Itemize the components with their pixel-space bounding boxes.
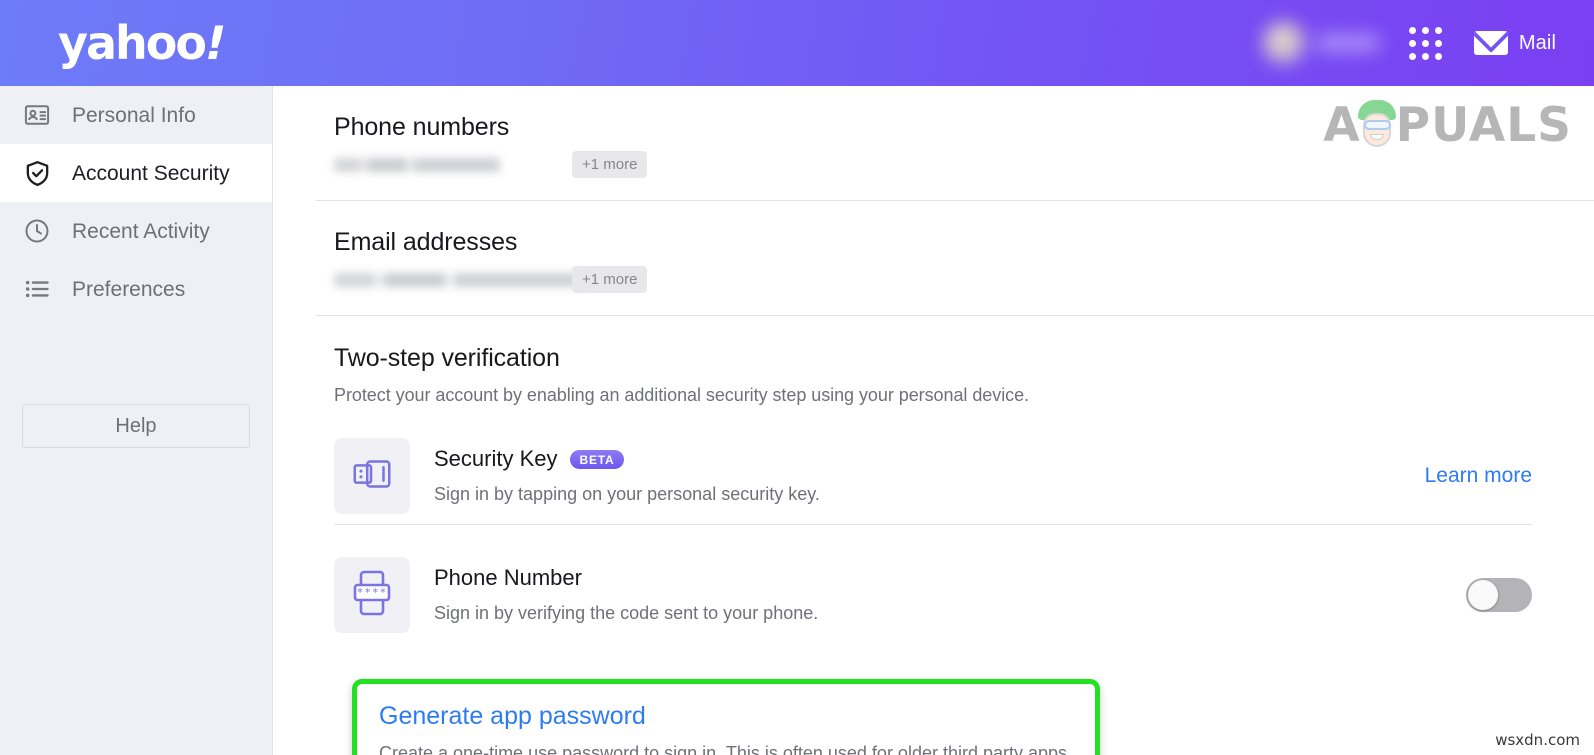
two-step-subtitle: Protect your account by enabling an addi…	[334, 385, 1030, 405]
phone-numbers-title: Phone numbers	[334, 113, 510, 141]
sidebar-item-recent-activity[interactable]: Recent Activity	[0, 202, 272, 260]
apps-grid-dot	[1408, 39, 1416, 47]
apps-grid-dot	[1408, 52, 1416, 60]
yahoo-logo-text: yahoo	[58, 16, 207, 70]
apps-grid-dot	[1434, 26, 1442, 34]
app-password-highlight-box: Generate app password Create a one-time …	[352, 679, 1100, 755]
phone-number-title-row: Phone Number	[434, 566, 1466, 590]
apps-grid-dot	[1434, 52, 1442, 60]
sidebar-item-label: Account Security	[72, 161, 230, 185]
shield-check-icon	[22, 158, 52, 188]
email-addresses-row: +1 more	[334, 266, 1594, 293]
yahoo-account-security-page: yahoo! redacted Mail	[0, 0, 1594, 755]
apps-grid-dot	[1434, 39, 1442, 47]
yahoo-logo: yahoo!	[58, 16, 230, 70]
apps-grid-dot	[1421, 26, 1429, 34]
help-button-wrap: Help	[0, 404, 272, 448]
sidebar-nav: Personal Info Account Security Recent Ac…	[0, 86, 273, 755]
sidebar-item-account-security[interactable]: Account Security	[0, 144, 272, 202]
envelope-icon	[1473, 31, 1508, 55]
mail-label: Mail	[1518, 31, 1556, 54]
email-addresses-title: Email addresses	[334, 228, 518, 256]
security-key-icon-box	[334, 438, 410, 514]
divider	[334, 524, 1532, 525]
phone-numbers-section: Phone numbers +1 more	[274, 86, 1594, 200]
security-key-name: Security Key	[434, 446, 558, 472]
security-key-text: Security Key BETA Sign in by tapping on …	[434, 447, 1425, 504]
toggle-knob	[1468, 580, 1498, 610]
security-key-icon	[349, 451, 395, 502]
sidebar-item-personal-info[interactable]: Personal Info	[0, 86, 272, 144]
top-header-bar: yahoo! redacted Mail	[0, 0, 1594, 86]
two-step-title: Two-step verification	[334, 344, 560, 372]
two-step-verification-section: Two-step verification Protect your accou…	[274, 316, 1594, 755]
account-chip[interactable]: redacted	[1262, 22, 1379, 64]
email-more-chip-slot: +1 more	[572, 266, 648, 293]
security-key-title-row: Security Key BETA	[434, 447, 1425, 471]
apps-grid-dot	[1421, 52, 1429, 60]
clock-icon	[22, 216, 52, 246]
generate-app-password-link[interactable]: Generate app password	[379, 702, 646, 731]
security-key-description: Sign in by tapping on your personal secu…	[434, 483, 820, 504]
phone-number-method-text: Phone Number Sign in by verifying the co…	[434, 566, 1466, 623]
learn-more-link[interactable]: Learn more	[1425, 464, 1532, 488]
security-key-action: Learn more	[1425, 464, 1532, 488]
phone-code-icon: ****	[351, 569, 393, 622]
phone-number-method-name: Phone Number	[434, 565, 582, 591]
apps-grid-icon[interactable]	[1405, 23, 1446, 64]
yahoo-brand[interactable]: yahoo!	[58, 0, 230, 86]
beta-badge: BETA	[569, 450, 625, 469]
account-name-redacted: redacted	[1316, 35, 1379, 51]
svg-text:****: ****	[357, 586, 388, 599]
phone-more-chip-slot: +1 more	[572, 151, 648, 178]
sidebar-item-preferences[interactable]: Preferences	[0, 260, 272, 318]
help-button[interactable]: Help	[22, 404, 250, 448]
sidebar-item-label: Preferences	[72, 277, 186, 301]
app-password-description: Create a one-time use password to sign i…	[379, 743, 1073, 755]
phone-number-value-redacted	[334, 158, 500, 172]
phone-number-toggle[interactable]	[1466, 578, 1532, 612]
email-address-value-redacted	[334, 273, 586, 287]
email-more-chip[interactable]: +1 more	[572, 266, 648, 293]
email-addresses-section: Email addresses +1 more	[274, 201, 1594, 315]
apps-grid-dot	[1421, 39, 1429, 47]
sidebar-item-label: Recent Activity	[72, 219, 210, 243]
phone-more-chip[interactable]: +1 more	[572, 151, 648, 178]
contact-card-icon	[22, 100, 52, 130]
phone-number-icon-box: ****	[334, 557, 410, 633]
mail-link[interactable]: Mail	[1472, 27, 1558, 59]
phone-numbers-row: +1 more	[334, 151, 1594, 178]
avatar	[1262, 22, 1305, 64]
phone-number-method-row[interactable]: **** Phone Number Sign in by verifying t…	[334, 547, 1594, 643]
header-right-cluster: redacted Mail	[1262, 0, 1558, 86]
apps-grid-dot	[1408, 26, 1416, 34]
list-icon	[22, 274, 52, 304]
app-password-highlight-wrap: Generate app password Create a one-time …	[352, 679, 1100, 755]
phone-number-action	[1466, 578, 1532, 612]
phone-number-method-description: Sign in by verifying the code sent to yo…	[434, 602, 819, 623]
sidebar-item-label: Personal Info	[72, 103, 196, 127]
security-key-row[interactable]: Security Key BETA Sign in by tapping on …	[334, 428, 1594, 524]
main-content: Phone numbers +1 more Email addresses +1…	[274, 86, 1594, 755]
